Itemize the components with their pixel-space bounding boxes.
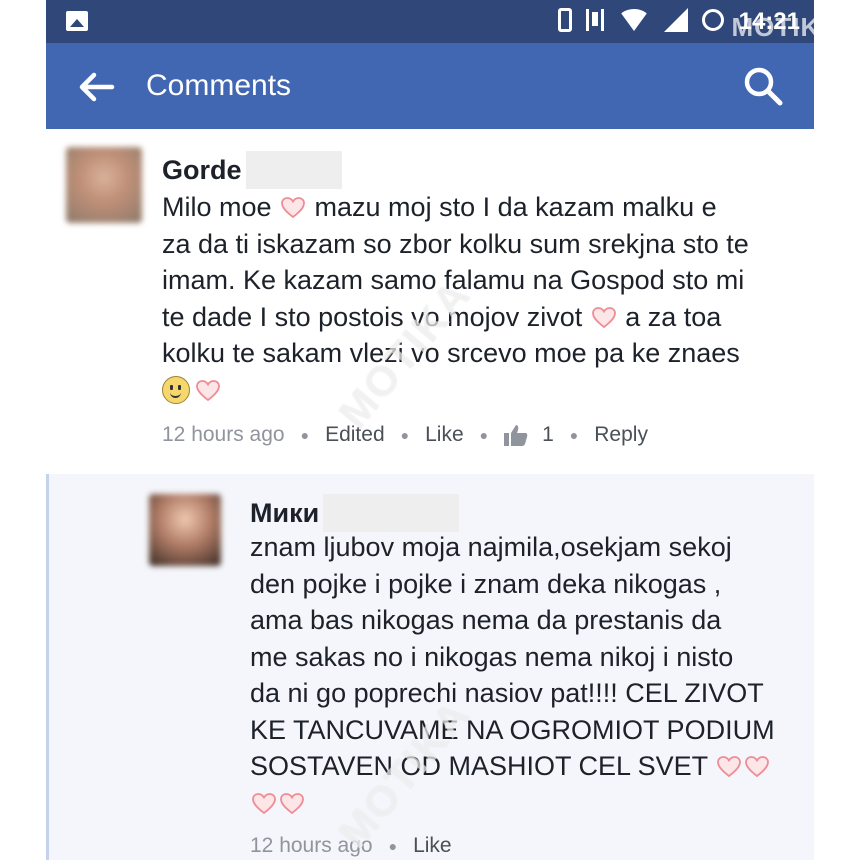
battery-icon <box>702 9 724 31</box>
heart-icon <box>717 751 742 778</box>
status-bar: 14:21 <box>46 0 814 43</box>
comment-line: ama bas nikogas nema da prestanis da <box>250 602 810 639</box>
comment: Gorde Milo moe mazu moj sto I da kazam m… <box>46 129 814 474</box>
reply-button[interactable]: Reply <box>594 423 648 447</box>
comment-author[interactable]: Gorde <box>162 151 342 189</box>
comment-author[interactable]: Мики <box>250 494 460 532</box>
comment-line: za da ti iskazam so zbor kolku sum srekj… <box>162 226 802 263</box>
phone-screen: 14:21 Comments Gorde Milo moe mazu moj s… <box>46 0 814 860</box>
smile-emoji-icon <box>162 375 190 404</box>
signal-icon <box>664 8 688 32</box>
redacted-surname <box>323 494 460 532</box>
comment-text-segment: Milo moe <box>162 192 280 222</box>
comment-line: kolku te sakam vlezi vo srcevo moe pa ke… <box>162 335 802 372</box>
phone-icon <box>558 8 572 32</box>
separator-dot: ● <box>400 427 410 443</box>
comment-text-segment: ama bas nikogas nema da prestanis da <box>250 605 722 635</box>
comment-time[interactable]: 12 hours ago <box>162 423 285 447</box>
wifi-icon <box>618 9 650 31</box>
comment-time[interactable]: 12 hours ago <box>250 834 373 858</box>
comment-text-segment: kolku te sakam vlezi vo srcevo moe pa ke… <box>162 338 740 368</box>
comment-text-segment: znam ljubov moja najmila,osekjam sekoj <box>250 532 732 562</box>
like-count: 1 <box>542 423 554 446</box>
watermark: MOTIKA <box>731 12 840 42</box>
comment-text-segment: da ni go poprechi nasiov pat!!!! CEL ZIV… <box>250 678 764 708</box>
image-notification-icon <box>66 11 88 31</box>
comment-text-segment: KE TANCUVAME NA OGROMIOT PODIUM <box>250 714 775 745</box>
comment-line: te dade I sto postois vo mojov zivot a z… <box>162 299 802 336</box>
like-button[interactable]: Like <box>425 423 464 447</box>
comment-line <box>162 372 802 409</box>
heart-icon <box>280 788 304 814</box>
author-name[interactable]: Gorde <box>162 155 242 186</box>
thumbs-up-icon <box>504 425 528 446</box>
comment-line <box>250 785 810 822</box>
comment-text-segment: me sakas no i nikogas nema nikoj i nisto <box>250 641 734 672</box>
author-name[interactable]: Мики <box>250 498 319 529</box>
heart-icon <box>591 302 616 328</box>
separator-dot: ● <box>569 427 579 443</box>
comment-line: me sakas no i nikogas nema nikoj i nisto <box>250 639 810 676</box>
edited-label[interactable]: Edited <box>325 423 385 447</box>
separator-dot: ● <box>300 427 310 443</box>
comment-actions: 12 hours ago ● Edited ● Like ● 1 ● Reply <box>162 423 648 447</box>
comment-text-segment: SOSTAVEN OD MASHIOT CEL SVET <box>250 751 716 781</box>
like-button[interactable]: Like <box>413 834 452 858</box>
vibrate-icon <box>586 9 604 31</box>
heart-icon <box>281 192 305 219</box>
comment-text-segment: te dade I sto postois vo mojov zivot <box>162 301 590 332</box>
comment-text-segment: imam. Ke kazam samo falamu na Gospod sto… <box>162 265 745 295</box>
comment-line: Milo moe mazu moj sto I da kazam malku e <box>162 189 802 226</box>
heart-icon <box>745 751 770 778</box>
page-title: Comments <box>146 69 292 102</box>
reply-comment: Мики znam ljubov moja najmila,osekjam se… <box>46 474 814 860</box>
heart-icon <box>196 375 220 401</box>
heart-icon <box>252 788 276 814</box>
redacted-surname <box>245 151 342 189</box>
separator-dot: ● <box>388 838 398 854</box>
back-arrow-icon[interactable] <box>76 67 116 107</box>
separator-dot: ● <box>479 427 489 443</box>
comment-text-segment: a za toa <box>617 301 722 332</box>
search-icon[interactable] <box>742 65 784 107</box>
comment-line: da ni go poprechi nasiov pat!!!! CEL ZIV… <box>250 675 810 712</box>
comment-text-segment: den pojke i pojke i znam deka nikogas , <box>250 568 722 599</box>
status-icons <box>558 8 724 32</box>
avatar[interactable] <box>66 147 142 223</box>
comment-line: imam. Ke kazam samo falamu na Gospod sto… <box>162 262 802 299</box>
comment-line: znam ljubov moja najmila,osekjam sekoj <box>250 529 810 566</box>
comment-line: SOSTAVEN OD MASHIOT CEL SVET <box>250 748 810 785</box>
comment-text-segment: mazu moj sto I da kazam malku e <box>307 192 717 222</box>
app-bar: Comments <box>46 43 814 129</box>
comment-line: KE TANCUVAME NA OGROMIOT PODIUM <box>250 712 810 749</box>
avatar[interactable] <box>149 494 221 566</box>
comment-text-segment: za da ti iskazam so zbor kolku sum srekj… <box>162 228 749 259</box>
comment-line: den pojke i pojke i znam deka nikogas , <box>250 566 810 603</box>
comment-text: znam ljubov moja najmila,osekjam sekoj de… <box>250 529 810 821</box>
comment-actions: 12 hours ago ● Like <box>250 834 452 858</box>
comment-text: Milo moe mazu moj sto I da kazam malku e… <box>162 189 802 408</box>
